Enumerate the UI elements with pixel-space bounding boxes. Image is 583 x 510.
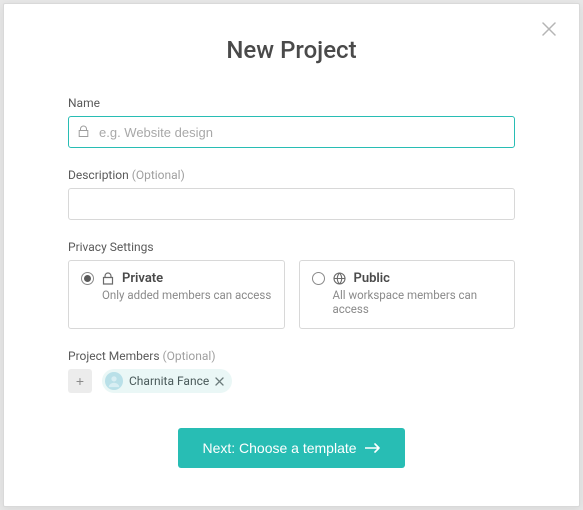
privacy-public-subtitle: All workspace members can access [333, 288, 503, 316]
avatar [105, 372, 123, 390]
privacy-option-private[interactable]: Private Only added members can access [68, 260, 285, 329]
radio-private[interactable] [81, 272, 94, 285]
radio-public[interactable] [312, 272, 325, 285]
privacy-label: Privacy Settings [68, 240, 515, 254]
modal-title: New Project [4, 36, 579, 64]
add-member-button[interactable]: + [68, 369, 92, 393]
members-label: Project Members (Optional) [68, 349, 515, 363]
close-icon [215, 374, 224, 389]
privacy-public-title: Public [354, 271, 390, 286]
description-input[interactable] [68, 188, 515, 220]
new-project-modal: New Project Name Description (Optional) … [3, 3, 580, 507]
member-chip: Charnita Fance [102, 369, 232, 393]
members-optional: (Optional) [162, 349, 215, 363]
description-optional: (Optional) [132, 168, 185, 182]
next-button[interactable]: Next: Choose a template [178, 428, 404, 468]
description-label: Description (Optional) [68, 168, 515, 182]
modal-footer: Next: Choose a template [4, 428, 579, 468]
description-label-text: Description [68, 168, 132, 182]
privacy-option-public[interactable]: Public All workspace members can access [299, 260, 516, 329]
next-button-label: Next: Choose a template [202, 440, 356, 456]
members-label-text: Project Members [68, 349, 162, 363]
arrow-right-icon [365, 440, 381, 456]
privacy-private-subtitle: Only added members can access [102, 288, 272, 302]
field-privacy: Privacy Settings Private Only added memb… [68, 240, 515, 329]
field-name: Name [68, 96, 515, 148]
name-input[interactable] [68, 116, 515, 148]
member-name: Charnita Fance [129, 374, 209, 388]
field-description: Description (Optional) [68, 168, 515, 220]
name-label: Name [68, 96, 515, 110]
privacy-private-title: Private [122, 271, 163, 286]
remove-member-button[interactable] [215, 374, 224, 389]
field-members: Project Members (Optional) + Charnita Fa… [68, 349, 515, 393]
globe-icon [333, 272, 346, 285]
close-button[interactable] [537, 18, 561, 42]
lock-icon [102, 272, 114, 285]
close-icon [542, 22, 556, 39]
